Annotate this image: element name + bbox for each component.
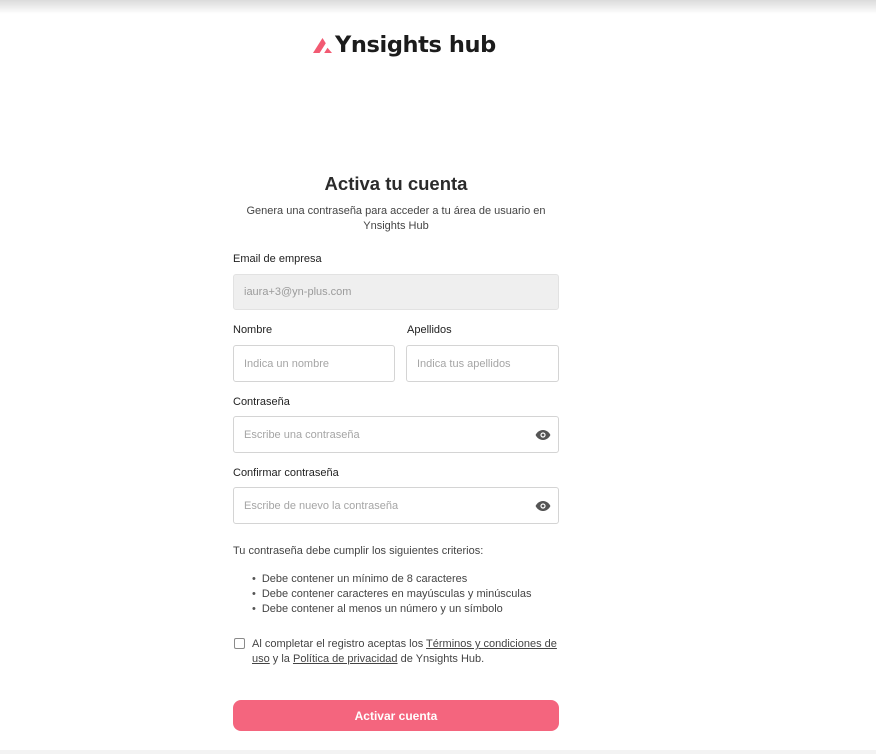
password-label: Contraseña bbox=[233, 396, 290, 408]
terms-text: Al completar el registro aceptas los Tér… bbox=[252, 637, 562, 667]
confirm-password-label: Confirmar contraseña bbox=[233, 467, 339, 479]
first-name-input[interactable] bbox=[233, 345, 395, 382]
activate-account-button[interactable]: Activar cuenta bbox=[233, 700, 559, 731]
criteria-heading: Tu contraseña debe cumplir los siguiente… bbox=[233, 545, 484, 557]
last-name-label: Apellidos bbox=[407, 324, 452, 336]
terms-text-before: Al completar el registro aceptas los bbox=[252, 638, 427, 650]
first-name-label: Nombre bbox=[233, 324, 273, 336]
criteria-item: Debe contener un mínimo de 8 caracteres bbox=[252, 572, 532, 587]
brand-name: Ynsights hub bbox=[335, 32, 496, 58]
confirm-password-input[interactable] bbox=[233, 487, 559, 524]
terms-checkbox[interactable] bbox=[234, 638, 245, 649]
bottom-strip bbox=[0, 750, 876, 754]
top-shadow bbox=[0, 0, 876, 14]
criteria-item: Debe contener caracteres en mayúsculas y… bbox=[252, 587, 532, 602]
brand-logo: Ynsights hub bbox=[313, 30, 496, 60]
subtitle-line-1: Genera una contraseña para acceder a tu … bbox=[246, 205, 546, 217]
page-title: Activa tu cuenta bbox=[324, 173, 468, 194]
subtitle-line-2: Ynsights Hub bbox=[363, 220, 429, 232]
password-input[interactable] bbox=[233, 416, 559, 453]
eye-icon[interactable] bbox=[535, 429, 551, 441]
terms-text-after: de Ynsights Hub. bbox=[397, 653, 485, 665]
criteria-list: Debe contener un mínimo de 8 caracteres … bbox=[252, 572, 532, 617]
email-field bbox=[233, 274, 559, 310]
triangle-logo-icon bbox=[313, 38, 332, 53]
last-name-input[interactable] bbox=[406, 345, 559, 382]
privacy-link[interactable]: Política de privacidad bbox=[293, 653, 398, 665]
page-subtitle: Genera una contraseña para acceder a tu … bbox=[233, 204, 559, 234]
eye-icon[interactable] bbox=[535, 500, 551, 512]
terms-text-middle: y la bbox=[269, 653, 293, 665]
email-label: Email de empresa bbox=[233, 253, 322, 265]
criteria-item: Debe contener al menos un número y un sí… bbox=[252, 602, 532, 617]
